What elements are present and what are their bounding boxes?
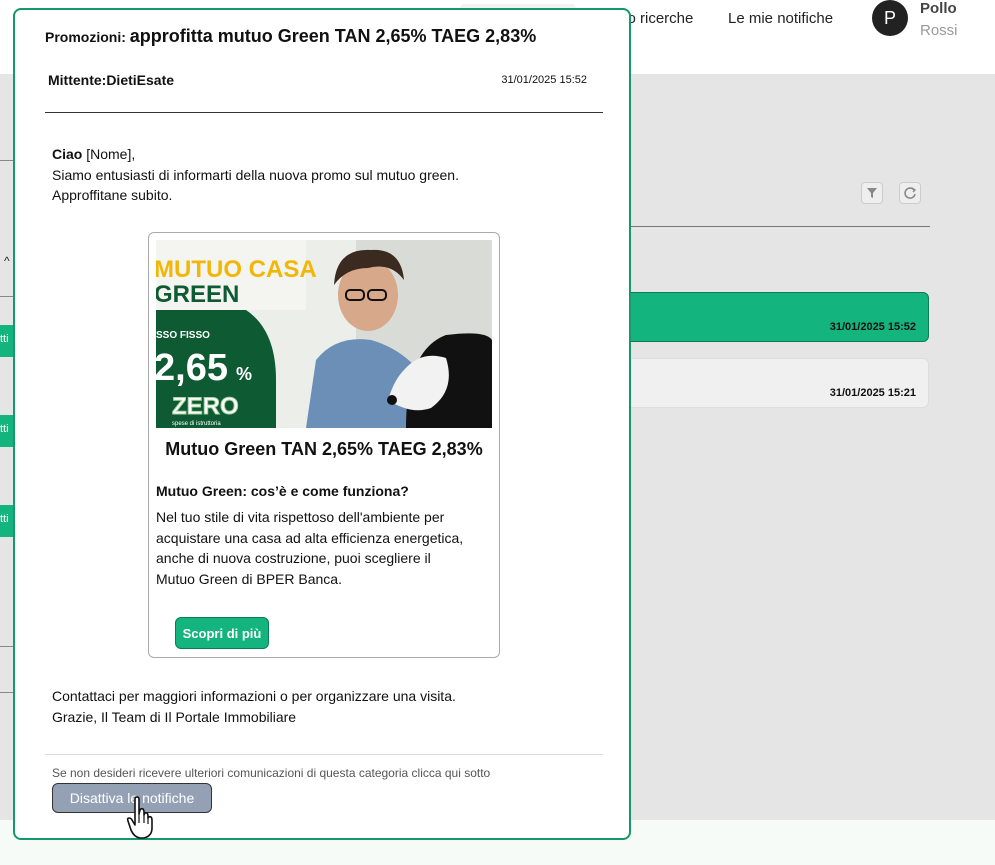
promo-card: MUTUO CASA GREEN SSO FISSO 2,65 % ZERO s…: [148, 232, 500, 658]
sender-label: Mittente:DietiEsate: [48, 72, 175, 88]
user-last-name: Rossi: [920, 22, 958, 39]
promo-headline: Mutuo Green TAN 2,65% TAEG 2,83%: [165, 439, 483, 459]
left-divider: [0, 692, 14, 693]
promo-image-spese: spese di istruttoria: [172, 421, 221, 427]
notification-subject: approfitta mutuo Green TAN 2,65% TAEG 2,…: [129, 26, 537, 46]
greeting-rest: [Nome],: [82, 146, 136, 162]
closing-line: Contattaci per maggiori informazioni o p…: [52, 688, 456, 704]
caret-icon[interactable]: ^: [4, 254, 10, 268]
promo-image-rate: 2,65: [156, 347, 228, 389]
status-badge: tti: [0, 505, 14, 537]
notification-date: 31/01/2025 15:52: [829, 321, 916, 333]
greeting-bold: Ciao: [52, 146, 83, 162]
nav-link-my-notifications[interactable]: Le mie notifiche: [728, 10, 833, 27]
message-intro: Ciao [Nome], Siamo entusiasti di informa…: [52, 144, 552, 206]
left-divider: [0, 296, 14, 297]
notification-category: Promozioni: [45, 29, 122, 45]
nav-link-search-history[interactable]: co ricerche: [620, 10, 693, 27]
promo-image-tasso: SSO FISSO: [156, 330, 210, 341]
filter-icon[interactable]: [861, 182, 883, 204]
promo-description: Nel tuo stile di vita rispettoso dell'am…: [156, 509, 464, 587]
closing-text: Contattaci per maggiori informazioni o p…: [52, 686, 592, 728]
user-first-name: Pollo: [920, 0, 957, 17]
footer-divider: [45, 754, 603, 755]
header-divider: [45, 112, 603, 113]
list-divider: [620, 226, 930, 227]
status-badge: tti: [0, 415, 14, 447]
status-badge: tti: [0, 325, 14, 357]
intro-line: Approffitane subito.: [52, 187, 173, 203]
promo-image-line1: MUTUO CASA: [156, 256, 317, 283]
avatar[interactable]: P: [872, 0, 908, 36]
refresh-icon[interactable]: [899, 182, 921, 204]
hand-pointer-icon: [126, 796, 153, 839]
left-divider: [0, 646, 14, 647]
promo-image-zero: ZERO: [172, 393, 239, 420]
intro-line: Siamo entusiasti di informarti della nuo…: [52, 166, 459, 183]
notification-row[interactable]: 31/01/2025 15:52: [620, 292, 929, 342]
discover-more-button[interactable]: Scopri di più: [175, 617, 269, 649]
unsubscribe-note: Se non desideri ricevere ulteriori comun…: [52, 766, 491, 780]
promo-image-pct: %: [236, 364, 252, 384]
closing-line: Grazie, Il Team di Il Portale Immobiliar…: [52, 709, 297, 725]
notification-row[interactable]: 31/01/2025 15:21: [620, 358, 929, 408]
notification-date: 31/01/2025 15:21: [829, 387, 916, 399]
modal-title: Promozioni: approfitta mutuo Green TAN 2…: [45, 26, 537, 46]
promo-subheading: Mutuo Green: cos’è e come funziona?: [156, 483, 409, 499]
promo-image-line2: GREEN: [156, 281, 239, 308]
promo-image: MUTUO CASA GREEN SSO FISSO 2,65 % ZERO s…: [156, 240, 492, 428]
left-divider: [0, 160, 14, 161]
notification-detail-modal: Promozioni: approfitta mutuo Green TAN 2…: [13, 8, 631, 840]
sent-date: 31/01/2025 15:52: [501, 74, 587, 86]
